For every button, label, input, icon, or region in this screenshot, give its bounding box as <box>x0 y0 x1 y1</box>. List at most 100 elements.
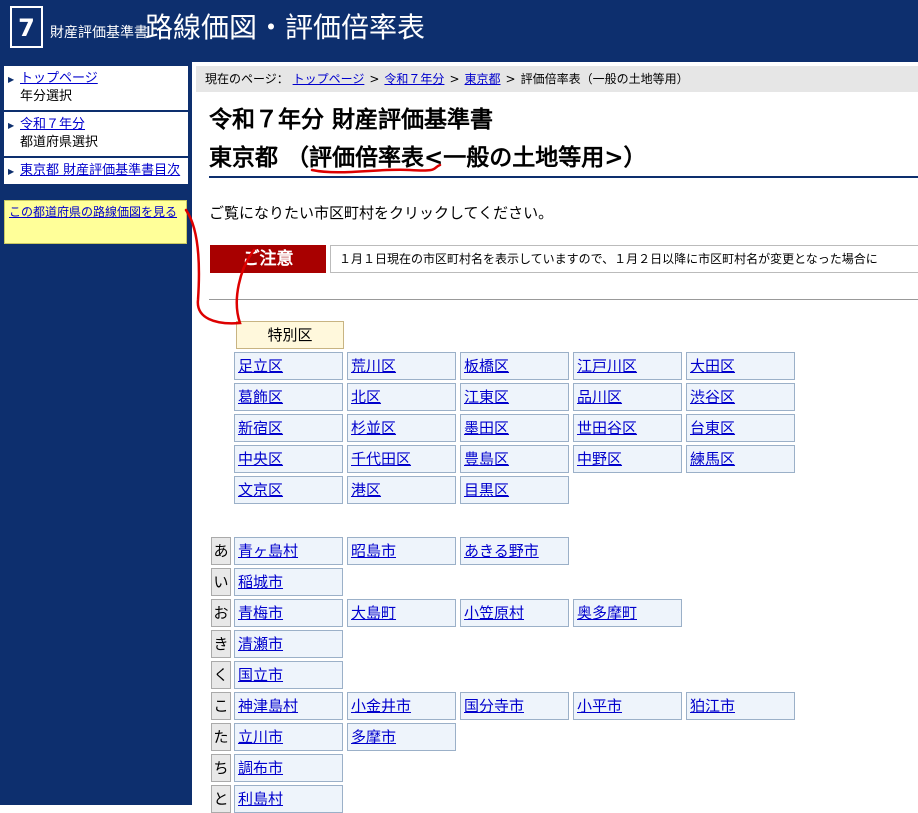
sidebar-link-top[interactable]: トップページ <box>20 71 98 86</box>
ward-link[interactable]: 中央区 <box>238 450 283 468</box>
ward-link[interactable]: 足立区 <box>238 357 283 375</box>
ward-cell: 北区 <box>347 383 456 411</box>
ward-link[interactable]: 板橋区 <box>464 357 509 375</box>
triangle-right-icon: ▶ <box>8 75 15 84</box>
municipality-cell: 多摩市 <box>347 723 456 751</box>
ward-link[interactable]: 港区 <box>351 481 381 499</box>
ward-cell: 荒川区 <box>347 352 456 380</box>
sidebar-item-index: ▶ 東京都 財産評価基準書目次 <box>4 158 188 184</box>
page-title: 令和７年分 財産評価基準書 <box>209 107 494 133</box>
municipality-cell: 稲城市 <box>234 568 343 596</box>
kana-index: こ <box>211 692 231 720</box>
municipality-link[interactable]: 奥多摩町 <box>577 604 637 622</box>
special-wards-header: 特別区 <box>236 321 344 349</box>
ward-link[interactable]: 目黒区 <box>464 481 509 499</box>
caution-text: １月１日現在の市区町村名を表示していますので、１月２日以降に市区町村名が変更とな… <box>330 245 918 273</box>
municipality-cell: 青ヶ島村 <box>234 537 343 565</box>
ward-cell: 練馬区 <box>686 445 795 473</box>
municipality-link[interactable]: あきる野市 <box>464 542 539 560</box>
ward-link[interactable]: 台東区 <box>690 419 735 437</box>
municipality-cell: 調布市 <box>234 754 343 782</box>
municipality-link[interactable]: 大島町 <box>351 604 396 622</box>
sidebar-link-year[interactable]: 令和７年分 <box>20 117 85 132</box>
municipality-link[interactable]: 昭島市 <box>351 542 396 560</box>
municipality-link[interactable]: 稲城市 <box>238 573 283 591</box>
ward-link[interactable]: 荒川区 <box>351 357 396 375</box>
municipality-link[interactable]: 立川市 <box>238 728 283 746</box>
ward-cell: 豊島区 <box>460 445 569 473</box>
municipality-link[interactable]: 国立市 <box>238 666 283 684</box>
triangle-right-icon: ▶ <box>8 167 15 176</box>
ward-link[interactable]: 新宿区 <box>238 419 283 437</box>
breadcrumb-separator: > <box>449 72 460 86</box>
kana-index: お <box>211 599 231 627</box>
ward-link[interactable]: 中野区 <box>577 450 622 468</box>
main-content: 現在のページ： トップページ > 令和７年分 > 東京都 > 評価倍率表（一般の土地等用） … <box>192 62 918 813</box>
kana-index: と <box>211 785 231 813</box>
municipality-cell: 奥多摩町 <box>573 599 682 627</box>
breadcrumb-separator: > <box>369 72 380 86</box>
kana-index: た <box>211 723 231 751</box>
ward-link[interactable]: 豊島区 <box>464 450 509 468</box>
ward-link[interactable]: 墨田区 <box>464 419 509 437</box>
sidebar: ▶ トップページ 年分選択 ▶ 令和７年分 都道府県選択 ▶ 東京都 財産評価基… <box>0 62 192 805</box>
logo-icon: 7 <box>10 6 43 48</box>
ward-link[interactable]: 世田谷区 <box>577 419 637 437</box>
site-title: 路線価図・評価倍率表 <box>145 11 426 44</box>
site-subtitle: 財産評価基準書 <box>50 25 148 41</box>
sidebar-link-index[interactable]: 東京都 財産評価基準書目次 <box>20 163 180 178</box>
municipality-link[interactable]: 清瀬市 <box>238 635 283 653</box>
sidebar-item-year: ▶ 令和７年分 都道府県選択 <box>4 112 188 156</box>
instruction-text: ご覧になりたい市区町村をクリックしてください。 <box>209 204 554 222</box>
municipality-link[interactable]: 青ヶ島村 <box>238 542 298 560</box>
municipality-cell: 青梅市 <box>234 599 343 627</box>
municipality-cell: 国分寺市 <box>460 692 569 720</box>
municipality-cell: 狛江市 <box>686 692 795 720</box>
ward-cell: 渋谷区 <box>686 383 795 411</box>
breadcrumb-prefix: 現在のページ： <box>205 72 289 86</box>
ward-cell: 目黒区 <box>460 476 569 504</box>
municipality-cell: 国立市 <box>234 661 343 689</box>
section-divider <box>209 299 918 300</box>
kana-index: い <box>211 568 231 596</box>
ward-link[interactable]: 文京区 <box>238 481 283 499</box>
sidebar-note: 都道府県選択 <box>20 135 99 150</box>
municipality-link[interactable]: 青梅市 <box>238 604 283 622</box>
municipality-link[interactable]: 国分寺市 <box>464 697 524 715</box>
ward-link[interactable]: 葛飾区 <box>238 388 283 406</box>
municipality-link[interactable]: 利島村 <box>238 790 283 808</box>
breadcrumb-current: 評価倍率表（一般の土地等用） <box>520 72 689 86</box>
municipality-cell: 小平市 <box>573 692 682 720</box>
municipality-link[interactable]: 小金井市 <box>351 697 411 715</box>
municipality-link[interactable]: 調布市 <box>238 759 283 777</box>
municipality-link[interactable]: 多摩市 <box>351 728 396 746</box>
ward-link[interactable]: 杉並区 <box>351 419 396 437</box>
municipality-link[interactable]: 小笠原村 <box>464 604 524 622</box>
ward-link[interactable]: 練馬区 <box>690 450 735 468</box>
kana-index: ち <box>211 754 231 782</box>
ward-cell: 板橋区 <box>460 352 569 380</box>
ward-link[interactable]: 江戸川区 <box>577 357 637 375</box>
ward-cell: 千代田区 <box>347 445 456 473</box>
ward-link[interactable]: 千代田区 <box>351 450 411 468</box>
triangle-right-icon: ▶ <box>8 121 15 130</box>
breadcrumb-link-top[interactable]: トップページ <box>293 72 365 86</box>
sidebar-note: 年分選択 <box>20 89 73 104</box>
municipality-link[interactable]: 神津島村 <box>238 697 298 715</box>
ward-link[interactable]: 品川区 <box>577 388 622 406</box>
municipality-link[interactable]: 小平市 <box>577 697 622 715</box>
ward-link[interactable]: 江東区 <box>464 388 509 406</box>
municipality-cell: 小笠原村 <box>460 599 569 627</box>
caution-label: ご注意 <box>210 245 326 273</box>
view-rosenka-link[interactable]: この都道府県の路線価図を見る <box>4 200 187 244</box>
ward-cell: 新宿区 <box>234 414 343 442</box>
ward-cell: 墨田区 <box>460 414 569 442</box>
breadcrumb-link-year[interactable]: 令和７年分 <box>384 72 444 86</box>
breadcrumb-link-tokyo[interactable]: 東京都 <box>465 72 501 86</box>
ward-link[interactable]: 北区 <box>351 388 381 406</box>
ward-cell: 世田谷区 <box>573 414 682 442</box>
ward-link[interactable]: 渋谷区 <box>690 388 735 406</box>
site-header: 7 財産評価基準書 路線価図・評価倍率表 <box>0 0 918 62</box>
ward-link[interactable]: 大田区 <box>690 357 735 375</box>
municipality-link[interactable]: 狛江市 <box>690 697 735 715</box>
